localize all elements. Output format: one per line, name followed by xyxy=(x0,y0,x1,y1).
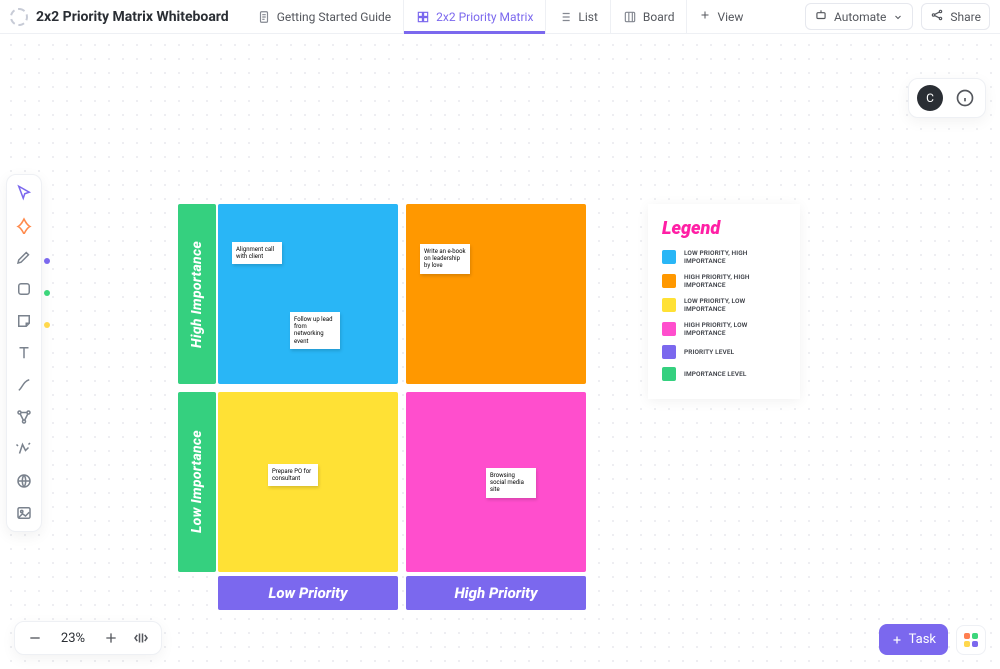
legend-card[interactable]: Legend LOW PRIORITY, HIGH IMPORTANCE HIG… xyxy=(648,204,800,399)
board-icon xyxy=(623,10,637,24)
relationship-tool[interactable] xyxy=(12,405,36,429)
color-dot-green xyxy=(44,290,50,296)
legend-label: LOW PRIORITY, HIGH IMPORTANCE xyxy=(684,249,780,265)
bottom-right-controls: Task xyxy=(879,624,986,655)
legend-swatch xyxy=(662,298,676,312)
quadrant-low-priority-high-importance[interactable]: Alignment call with client Follow up lea… xyxy=(218,204,398,384)
tab-label: Getting Started Guide xyxy=(277,10,391,24)
topbar-right: Automate Share xyxy=(805,3,990,30)
generate-tool[interactable] xyxy=(12,213,36,237)
quadrant-high-priority-low-importance[interactable]: Browsing social media site xyxy=(406,392,586,572)
col-label-low-priority[interactable]: Low Priority xyxy=(218,576,398,610)
page-title[interactable]: 2x2 Priority Matrix Whiteboard xyxy=(36,9,229,25)
legend-swatch xyxy=(662,367,676,381)
task-button-label: Task xyxy=(909,632,936,647)
row-label-low-importance[interactable]: Low Importance xyxy=(178,392,216,572)
fit-screen-button[interactable] xyxy=(131,628,151,648)
quadrant-high-priority-high-importance[interactable]: Write an e-book on leadership by love xyxy=(406,204,586,384)
presence-panel: C xyxy=(908,78,986,118)
tab-list[interactable]: List xyxy=(545,0,610,33)
col-label-high-priority[interactable]: High Priority xyxy=(406,576,586,610)
chevron-down-icon xyxy=(892,11,904,23)
ai-tool[interactable] xyxy=(12,437,36,461)
web-tool[interactable] xyxy=(12,469,36,493)
add-view-label: View xyxy=(717,10,743,24)
priority-matrix[interactable]: High Importance Low Importance Alignment… xyxy=(218,204,632,618)
plus-icon xyxy=(699,9,711,24)
legend-label: HIGH PRIORITY, LOW IMPORTANCE xyxy=(684,321,780,337)
topbar-left: 2x2 Priority Matrix Whiteboard xyxy=(10,8,229,26)
legend-label: HIGH PRIORITY, HIGH IMPORTANCE xyxy=(684,273,780,289)
sticky-note[interactable]: Alignment call with client xyxy=(232,242,282,264)
legend-swatch xyxy=(662,322,676,336)
avatar[interactable]: C xyxy=(917,85,943,111)
tab-label: List xyxy=(578,10,598,24)
text-tool[interactable] xyxy=(12,341,36,365)
info-icon[interactable] xyxy=(953,86,977,110)
legend-swatch xyxy=(662,274,676,288)
new-task-button[interactable]: Task xyxy=(879,624,948,655)
tab-getting-started[interactable]: Getting Started Guide xyxy=(245,0,403,33)
row-label-high-importance[interactable]: High Importance xyxy=(178,204,216,384)
color-dot-yellow xyxy=(44,322,50,328)
doc-icon xyxy=(257,10,271,24)
zoom-out-button[interactable] xyxy=(25,628,45,648)
automate-label: Automate xyxy=(834,10,886,24)
list-icon xyxy=(558,10,572,24)
legend-item: LOW PRIORITY, LOW IMPORTANCE xyxy=(662,297,786,313)
zoom-controls: 23% xyxy=(14,621,162,655)
col-labels: Low Priority High Priority xyxy=(218,576,586,610)
legend-item: IMPORTANCE LEVEL xyxy=(662,367,786,381)
zoom-in-button[interactable] xyxy=(101,628,121,648)
legend-label: PRIORITY LEVEL xyxy=(684,348,734,356)
sticky-note[interactable]: Write an e-book on leadership by love xyxy=(420,244,470,274)
zoom-value[interactable]: 23% xyxy=(55,631,91,646)
tab-label: Board xyxy=(643,10,675,24)
legend-item: PRIORITY LEVEL xyxy=(662,345,786,359)
topbar: 2x2 Priority Matrix Whiteboard Getting S… xyxy=(0,0,1000,34)
select-tool[interactable] xyxy=(12,181,36,205)
shape-tool[interactable] xyxy=(12,277,36,301)
sticky-note-tool[interactable] xyxy=(12,309,36,333)
color-dot-purple xyxy=(44,258,50,264)
tab-board[interactable]: Board xyxy=(610,0,687,33)
legend-item: LOW PRIORITY, HIGH IMPORTANCE xyxy=(662,249,786,265)
legend-item: HIGH PRIORITY, HIGH IMPORTANCE xyxy=(662,273,786,289)
view-tabs: Getting Started Guide 2x2 Priority Matri… xyxy=(245,0,756,33)
sticky-note[interactable]: Browsing social media site xyxy=(486,468,536,498)
legend-title: Legend xyxy=(662,218,786,239)
sticky-note[interactable]: Prepare PO for consultant xyxy=(268,464,318,486)
legend-item: HIGH PRIORITY, LOW IMPORTANCE xyxy=(662,321,786,337)
share-label: Share xyxy=(950,10,981,24)
tab-label: 2x2 Priority Matrix xyxy=(436,10,533,24)
quadrant-low-priority-low-importance[interactable]: Prepare PO for consultant xyxy=(218,392,398,572)
legend-label: IMPORTANCE LEVEL xyxy=(684,370,746,378)
robot-icon xyxy=(814,8,828,25)
sticky-note[interactable]: Follow up lead from networking event xyxy=(290,312,340,349)
legend-swatch xyxy=(662,250,676,264)
pen-tool[interactable] xyxy=(12,245,36,269)
share-icon xyxy=(930,8,944,25)
automate-button[interactable]: Automate xyxy=(805,3,913,30)
legend-label: LOW PRIORITY, LOW IMPORTANCE xyxy=(684,297,780,313)
add-view-button[interactable]: View xyxy=(686,0,755,33)
tool-rail xyxy=(6,174,42,532)
whiteboard-canvas[interactable]: C High Importance Low Importance Alignme… xyxy=(0,34,1000,669)
share-button[interactable]: Share xyxy=(921,3,990,30)
legend-swatch xyxy=(662,345,676,359)
image-tool[interactable] xyxy=(12,501,36,525)
whiteboard-icon xyxy=(416,10,430,24)
connector-tool[interactable] xyxy=(12,373,36,397)
apps-button[interactable] xyxy=(956,625,986,655)
tab-2x2-matrix[interactable]: 2x2 Priority Matrix xyxy=(403,0,545,33)
workspace-icon[interactable] xyxy=(10,8,28,26)
